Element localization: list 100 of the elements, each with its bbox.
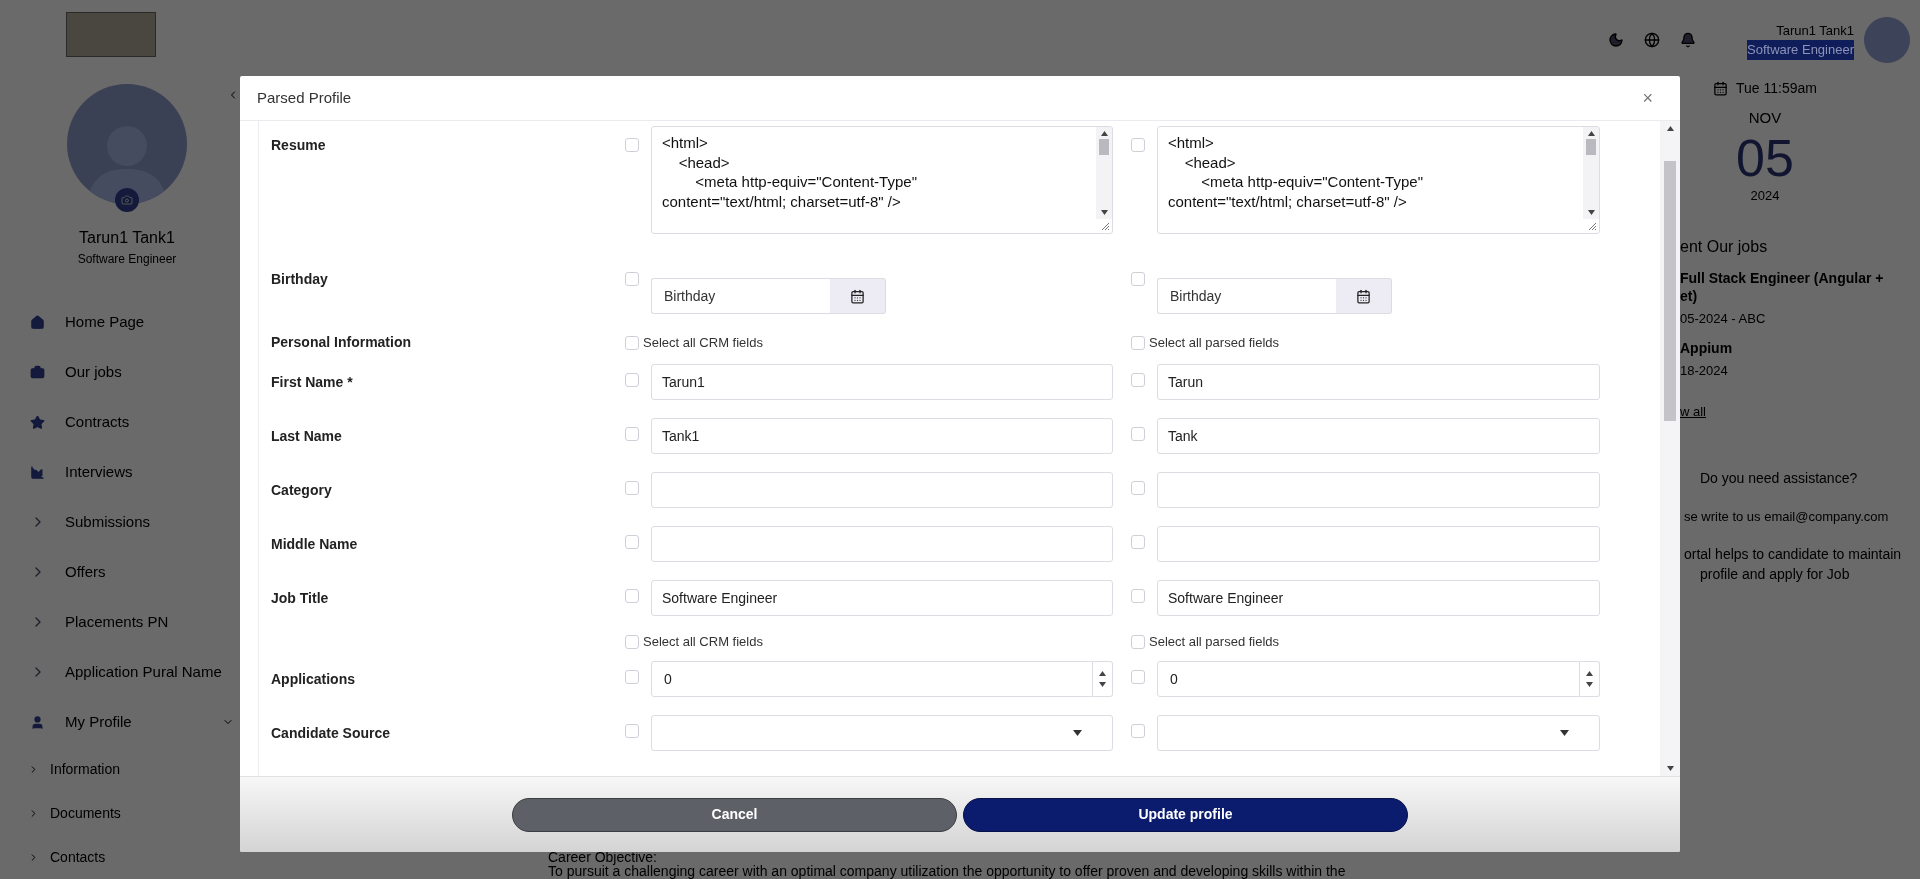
view-all-link[interactable]: w all (1680, 402, 1920, 422)
field-label: Resume (271, 136, 327, 155)
notification-icon[interactable] (1680, 32, 1696, 48)
checkbox[interactable] (1131, 373, 1145, 387)
user-title: Software Engineer (1747, 40, 1854, 60)
scrollbar-thumb[interactable] (1099, 139, 1109, 155)
checkbox[interactable] (1131, 589, 1145, 603)
camera-button[interactable] (115, 188, 139, 212)
nav-item[interactable]: My Profile (0, 697, 240, 747)
checkbox[interactable] (625, 481, 639, 495)
checkbox[interactable] (625, 535, 639, 549)
checkbox[interactable] (1131, 635, 1145, 649)
checkbox[interactable] (625, 635, 639, 649)
text-field[interactable]: Software Engineer (651, 580, 1113, 616)
scrollbar-thumb[interactable] (1586, 139, 1596, 155)
dropdown[interactable] (1157, 715, 1600, 751)
resume-text-area[interactable]: <html> <head> <meta http-equiv="Content-Type" content="text/html; charset=utf-8" /> (651, 126, 1113, 234)
user-name: Tarun1 Tank1 (1776, 21, 1854, 40)
avatar[interactable] (1864, 17, 1910, 63)
scroll-up-icon[interactable] (1666, 126, 1674, 131)
month-label: NOV (1748, 108, 1782, 128)
spinner[interactable] (1580, 661, 1600, 697)
nav-item[interactable]: Home Page (0, 297, 240, 347)
checkbox[interactable] (625, 724, 639, 738)
scroll-down-icon[interactable] (1587, 210, 1595, 215)
info-text: profile and apply for Job (1700, 565, 1850, 584)
close-button[interactable]: × (1642, 84, 1653, 112)
job-title[interactable]: et) (1680, 287, 1920, 305)
checkbox[interactable] (625, 335, 639, 350)
scroll-up-icon[interactable] (1587, 131, 1595, 136)
nav-subitem[interactable]: Documents (0, 791, 240, 835)
scrollbar[interactable] (1583, 127, 1599, 219)
job-title[interactable]: Full Stack Engineer (Angular + (1680, 269, 1920, 287)
text-field[interactable]: Tank1 (651, 418, 1113, 454)
text-field[interactable]: Software Engineer (1157, 580, 1600, 616)
checkbox[interactable] (1131, 535, 1145, 549)
checkbox[interactable] (625, 670, 639, 684)
increment-icon[interactable] (1586, 671, 1593, 676)
resume-text-area[interactable]: <html> <head> <meta http-equiv="Content-Type" content="text/html; charset=utf-8" /> (1157, 126, 1600, 234)
scroll-down-icon[interactable] (1100, 210, 1108, 215)
spinner[interactable] (1093, 661, 1113, 697)
nav-item[interactable]: Application Pural Name (0, 647, 240, 697)
nav-subitem[interactable]: Contacts (0, 835, 240, 879)
year-label: 2024 (1750, 186, 1780, 205)
nav-item[interactable]: Offers (0, 547, 240, 597)
nav-item[interactable]: Our jobs (0, 347, 240, 397)
number-field[interactable]: 0 (1157, 661, 1580, 697)
text-field[interactable]: Tank (1157, 418, 1600, 454)
scroll-down-icon[interactable] (1666, 766, 1674, 771)
briefcase-icon (30, 364, 45, 380)
text-field[interactable] (1157, 472, 1600, 508)
checkbox[interactable] (1131, 724, 1145, 738)
checkbox[interactable] (1131, 427, 1145, 441)
dropdown[interactable] (651, 715, 1113, 751)
decrement-icon[interactable] (1586, 682, 1593, 687)
field-label: Job Title (271, 588, 330, 608)
checkbox[interactable] (1131, 272, 1145, 286)
text-field[interactable]: Tarun1 (651, 364, 1113, 400)
checkbox[interactable] (1131, 670, 1145, 684)
checkbox[interactable] (625, 272, 639, 286)
nav-item[interactable]: Placements PN (0, 597, 240, 647)
day-number: 05 (1736, 129, 1794, 186)
field-label: First Name * (271, 372, 354, 392)
modal-title: Parsed Profile (257, 87, 352, 108)
nav-item[interactable]: Interviews (0, 447, 240, 497)
decrement-icon[interactable] (1099, 682, 1106, 687)
globe-icon[interactable] (1644, 32, 1660, 48)
nav-item[interactable]: Submissions (0, 497, 240, 547)
scrollbar[interactable] (1660, 121, 1680, 776)
nav-item[interactable]: Contracts (0, 397, 240, 447)
number-field[interactable]: 0 (651, 661, 1093, 697)
cancel-button[interactable]: Cancel (512, 797, 957, 832)
nav-subitem[interactable]: Information (0, 747, 240, 791)
checkbox[interactable] (625, 373, 639, 387)
job-title[interactable]: Appium (1680, 338, 1920, 357)
job-meta: 05-2024 - ABC (1680, 310, 1767, 328)
text-field[interactable] (1157, 526, 1600, 562)
resize-handle-icon[interactable] (1587, 221, 1597, 231)
select-all-label: Select all parsed fields (1149, 633, 1280, 652)
user-title: Software Engineer (77, 251, 177, 268)
increment-icon[interactable] (1099, 671, 1106, 676)
select-all-label: Select all CRM fields (643, 633, 763, 652)
field-label: Middle Name (271, 534, 359, 554)
star-icon (30, 414, 45, 430)
checkbox[interactable] (1131, 481, 1145, 495)
checkbox[interactable] (1131, 335, 1145, 350)
text-field[interactable] (651, 472, 1113, 508)
checkbox[interactable] (625, 589, 639, 603)
scrollbar-thumb[interactable] (1664, 161, 1676, 421)
scroll-up-icon[interactable] (1100, 131, 1108, 136)
text-field[interactable] (651, 526, 1113, 562)
checkbox[interactable] (625, 138, 639, 152)
update-button[interactable]: Update profile (963, 797, 1408, 832)
scrollbar[interactable] (1096, 127, 1112, 219)
checkbox[interactable] (1131, 138, 1145, 152)
moon-icon[interactable] (1608, 32, 1624, 48)
resize-handle-icon[interactable] (1100, 221, 1110, 231)
select-all-label: Select all CRM fields (643, 333, 763, 352)
checkbox[interactable] (625, 427, 639, 441)
text-field[interactable]: Tarun (1157, 364, 1600, 400)
